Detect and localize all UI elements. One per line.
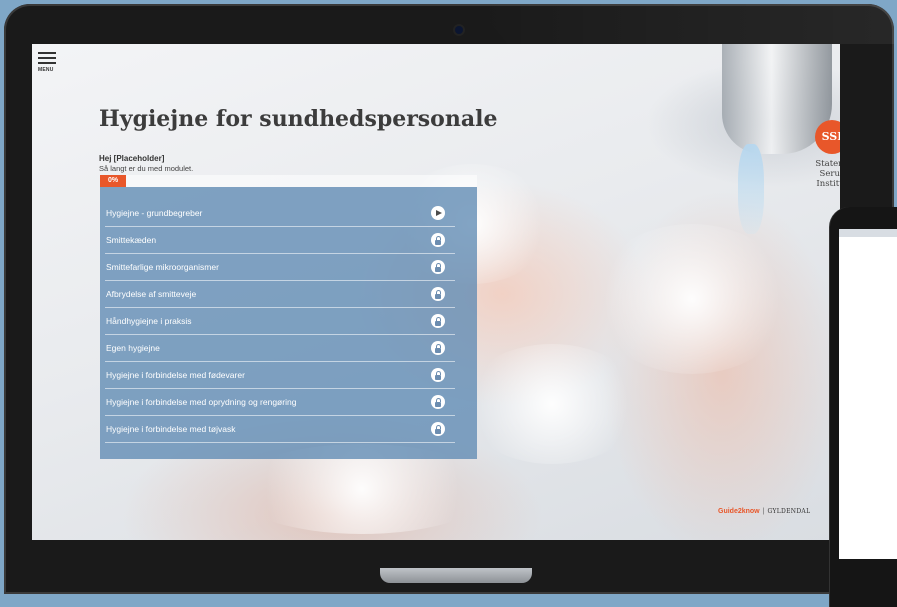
module-list: Hygiejne - grundbegreber Smittekæden Smi… xyxy=(105,200,455,443)
module-label: Hygiejne - grundbegreber xyxy=(106,208,203,218)
module-label: Hygiejne i forbindelse med oprydning og … xyxy=(106,397,297,407)
lock-icon xyxy=(431,368,445,382)
app-screen: MENU Hygiejne for sundhedspersonale Hej … xyxy=(32,44,840,540)
module-label: Hygiejne i forbindelse med fødevarer xyxy=(106,370,245,380)
module-label: Hygiejne i forbindelse med tøjvask xyxy=(106,424,236,434)
footer-brand: Guide2know | GYLDENDAL xyxy=(718,508,810,515)
module-label: Smittekæden xyxy=(106,235,157,245)
module-item[interactable]: Egen hygiejne xyxy=(105,335,455,362)
module-item[interactable]: Hygiejne i forbindelse med tøjvask xyxy=(105,416,455,443)
lock-icon xyxy=(431,233,445,247)
module-label: Smittefarlige mikroorganismer xyxy=(106,262,219,272)
ssi-logo-text: Statens Serum Institut xyxy=(788,159,840,189)
footer-separator: | xyxy=(762,508,765,515)
tablet-screen xyxy=(839,229,897,559)
module-item[interactable]: Hygiejne i forbindelse med fødevarer xyxy=(105,362,455,389)
module-item[interactable]: Hygiejne - grundbegreber xyxy=(105,200,455,227)
tablet-frame xyxy=(830,207,897,607)
lock-icon xyxy=(431,395,445,409)
logo-line: Serum xyxy=(819,169,840,179)
progress-percent-badge: 0% xyxy=(100,175,126,187)
module-item[interactable]: Håndhygiejne i praksis xyxy=(105,308,455,335)
camera-icon xyxy=(455,26,463,34)
progress-bar xyxy=(126,175,477,187)
module-item[interactable]: Afbrydelse af smitteveje xyxy=(105,281,455,308)
lock-icon xyxy=(431,422,445,436)
gyldendal-logo: GYLDENDAL xyxy=(767,508,811,515)
foam-image xyxy=(462,344,642,464)
lock-icon xyxy=(431,314,445,328)
module-label: Afbrydelse af smitteveje xyxy=(106,289,197,299)
play-icon[interactable] xyxy=(431,206,445,220)
logo-line: Statens xyxy=(815,159,840,169)
module-item[interactable]: Hygiejne i forbindelse med oprydning og … xyxy=(105,389,455,416)
laptop-base xyxy=(380,568,532,583)
module-item[interactable]: Smittefarlige mikroorganismer xyxy=(105,254,455,281)
ssi-logo: SSI xyxy=(815,120,840,154)
user-greeting: Hej [Placeholder] xyxy=(99,154,165,163)
foam-image xyxy=(592,224,792,374)
page-title: Hygiejne for sundhedspersonale xyxy=(99,106,498,132)
menu-label: MENU xyxy=(38,67,54,73)
bezel-glare xyxy=(474,4,894,44)
logo-line: Institut xyxy=(816,179,840,189)
hamburger-icon-bar xyxy=(38,62,56,64)
module-panel: Hygiejne - grundbegreber Smittekæden Smi… xyxy=(100,187,477,459)
module-item[interactable]: Smittekæden xyxy=(105,227,455,254)
lock-icon xyxy=(431,287,445,301)
laptop-frame: MENU Hygiejne for sundhedspersonale Hej … xyxy=(4,4,894,594)
progress-subtitle: Så langt er du med modulet. xyxy=(99,164,194,173)
guide2know-logo: Guide2know xyxy=(718,508,760,515)
lock-icon xyxy=(431,260,445,274)
module-label: Egen hygiejne xyxy=(106,343,160,353)
hamburger-icon-bar xyxy=(38,57,56,59)
module-label: Håndhygiejne i praksis xyxy=(106,316,192,326)
water-stream-image xyxy=(738,144,764,234)
menu-button[interactable]: MENU xyxy=(38,52,60,73)
tablet-top-bar xyxy=(839,229,897,237)
lock-icon xyxy=(431,341,445,355)
hamburger-icon xyxy=(38,52,56,54)
